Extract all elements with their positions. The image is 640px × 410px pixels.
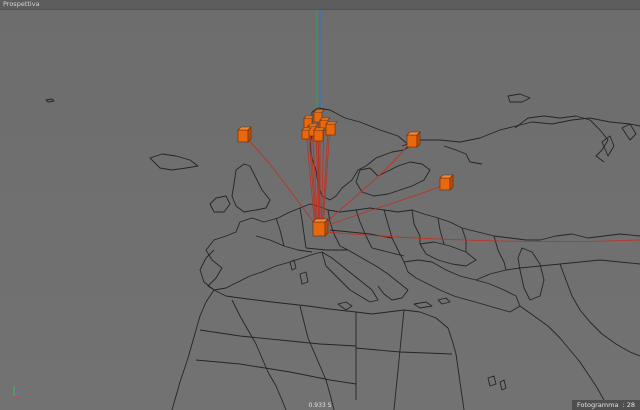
- frame-label: Fotogramma: [577, 401, 619, 409]
- frame-value: 28: [626, 401, 635, 409]
- axis-gizmo-icon: [13, 386, 23, 399]
- node-cube-cluster-4: [325, 121, 338, 136]
- node-cube-far-east: [439, 174, 454, 191]
- viewport-header: Prospettiva: [0, 0, 640, 10]
- frame-counter: Fotogramma: 28: [572, 400, 640, 410]
- view-name-label[interactable]: Prospettiva: [3, 0, 40, 9]
- 3d-scene[interactable]: [0, 0, 640, 410]
- node-cube-hub: [312, 218, 329, 237]
- map-outlines: [45, 93, 640, 410]
- node-cube-east: [406, 131, 421, 148]
- node-cubes: [237, 109, 454, 237]
- node-cube-west: [237, 126, 252, 143]
- perspective-viewport[interactable]: Prospettiva 0.933 S Fotogramma: 28: [0, 0, 640, 410]
- timecode-readout: 0.933 S: [308, 402, 332, 409]
